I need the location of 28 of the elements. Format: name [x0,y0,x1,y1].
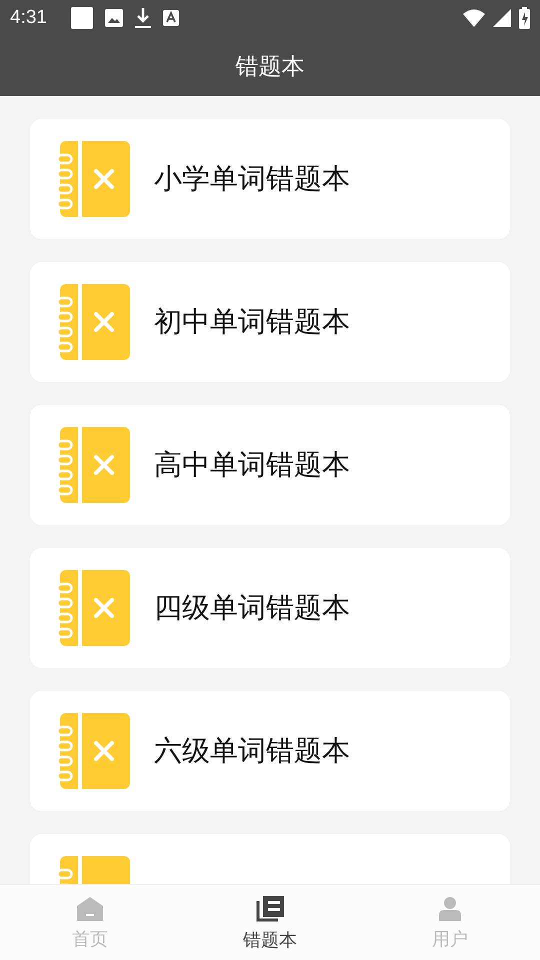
notebook-card[interactable]: 初中单词错题本 [30,262,510,382]
notebook-title: 四级单词错题本 [154,590,350,626]
notebook-card[interactable]: 四级单词错题本 [30,548,510,668]
battery-charging-icon [519,7,530,29]
download-icon [134,8,151,28]
notebook-card[interactable]: 高中单词错题本 [30,405,510,525]
notebook-title: 六级单词错题本 [154,733,350,769]
notebook-x-icon [58,570,130,646]
page-title: 错题本 [236,52,304,82]
signal-icon [493,9,511,27]
notebook-card[interactable]: 六级单词错题本 [30,691,510,811]
notebook-x-icon [58,427,130,503]
notebook-x-icon [58,141,130,217]
user-icon [439,896,461,920]
notebook-x-icon [58,713,130,789]
notebook-title: 高中单词错题本 [154,447,350,483]
notebook-card[interactable]: 小学单词错题本 [30,119,510,239]
status-time: 4:31 [10,7,47,29]
font-icon [162,10,179,26]
square-notification-icon [70,7,93,29]
notebook-title: 小学单词错题本 [154,161,350,197]
nav-tab[interactable]: 错题本 [243,896,297,952]
notebook-x-icon [58,284,130,360]
home-icon [77,896,103,920]
notebook-title: 初中单词错题本 [154,304,350,340]
image-icon [104,9,123,27]
book-stack-icon [256,896,284,922]
wifi-icon [463,9,485,27]
